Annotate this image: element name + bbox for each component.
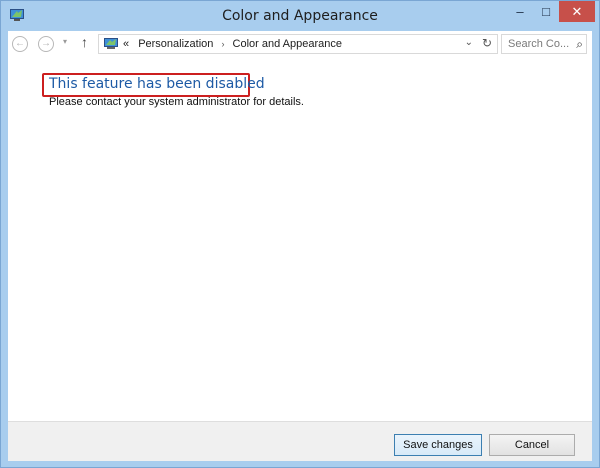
breadcrumb-color-and-appearance[interactable]: Color and Appearance [233,38,342,50]
back-arrow-icon[interactable]: ← [12,36,28,52]
control-panel-icon [104,38,118,49]
disabled-heading: This feature has been disabled [49,76,265,92]
refresh-icon[interactable]: ↻ [482,36,492,50]
maximize-button[interactable]: □ [533,1,559,22]
search-icon[interactable]: ⌕ [576,37,583,52]
title-bar[interactable]: Color and Appearance – □ ✕ [1,1,599,31]
disabled-detail: Please contact your system administrator… [49,96,304,108]
close-button[interactable]: ✕ [559,1,595,22]
recent-locations-icon[interactable]: ▾ [63,37,67,46]
footer-bar: Save changes Cancel [8,421,592,461]
minimize-button[interactable]: – [507,1,533,22]
navigation-bar: ← → ▾ ↑ « Personalization › Color and Ap… [8,31,592,57]
search-input[interactable]: Search Co... [508,38,569,50]
breadcrumb-separator[interactable]: › [221,39,224,49]
chevron-down-icon[interactable]: ⌄ [465,37,473,48]
up-arrow-icon[interactable]: ↑ [81,34,88,50]
search-box[interactable]: Search Co... ⌕ [501,34,587,54]
breadcrumb: « Personalization › Color and Appearance [123,38,342,50]
window-frame: Color and Appearance – □ ✕ ← → ▾ ↑ « Per… [0,0,600,468]
breadcrumb-personalization[interactable]: Personalization [138,38,213,50]
cancel-button[interactable]: Cancel [489,434,575,456]
save-changes-button[interactable]: Save changes [394,434,482,456]
forward-arrow-icon[interactable]: → [38,36,54,52]
breadcrumb-overflow[interactable]: « [123,38,129,50]
window-content: ← → ▾ ↑ « Personalization › Color and Ap… [8,31,592,461]
address-bar[interactable]: « Personalization › Color and Appearance… [98,34,498,54]
